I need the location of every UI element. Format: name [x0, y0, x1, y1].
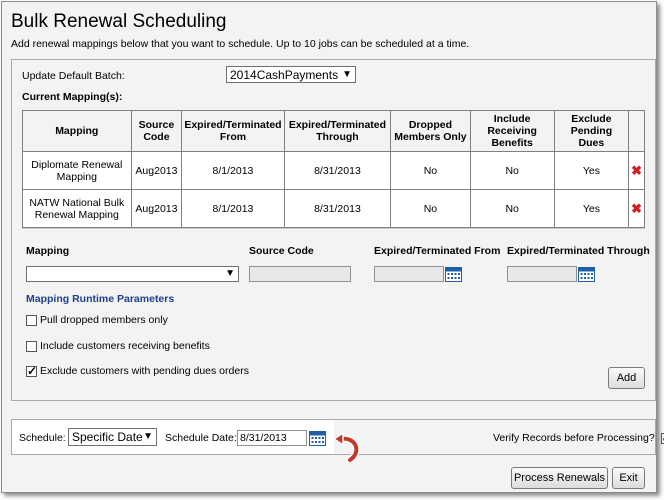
schedule-label: Schedule: — [19, 432, 66, 444]
option-include-benefits[interactable]: Include customers receiving benefits — [26, 340, 210, 352]
pull-dropped-label: Pull dropped members only — [40, 314, 168, 326]
cell-dropped: No — [390, 151, 471, 190]
delete-row-button[interactable]: ✖ — [628, 189, 645, 228]
mapping-select[interactable]: ▼ — [26, 266, 239, 282]
cell-through: 8/31/2013 — [283, 189, 392, 228]
cell-pending: Yes — [553, 151, 630, 190]
from-label: Expired/Terminated From — [374, 245, 501, 257]
source-code-label: Source Code — [249, 245, 314, 257]
exit-button[interactable]: Exit — [612, 467, 645, 489]
table-row: Diplomate Renewal Mapping Aug2013 8/1/20… — [22, 151, 645, 190]
schedule-select-value: Specific Date — [72, 430, 143, 444]
delete-icon: ✖ — [631, 162, 642, 178]
chevron-down-icon: ▼ — [143, 431, 153, 442]
delete-icon: ✖ — [631, 200, 642, 216]
chevron-down-icon: ▼ — [225, 268, 235, 279]
pull-dropped-checkbox[interactable] — [26, 314, 37, 326]
exclude-pending-label: Exclude customers with pending dues orde… — [40, 365, 249, 377]
runtime-params-link[interactable]: Mapping Runtime Parameters — [26, 293, 174, 305]
divider — [22, 228, 645, 229]
schedule-date-label: Schedule Date: — [165, 432, 237, 444]
cell-from: 8/1/2013 — [181, 151, 285, 190]
cell-dropped: No — [390, 189, 471, 228]
calendar-icon[interactable] — [578, 266, 595, 282]
exclude-pending-checkbox[interactable] — [26, 364, 37, 378]
batch-label: Update Default Batch: — [22, 70, 125, 82]
table-row: NATW National Bulk Renewal Mapping Aug20… — [22, 189, 645, 228]
batch-select[interactable]: 2014CashPayments ▼ — [226, 66, 356, 83]
add-button[interactable]: Add — [608, 367, 645, 389]
cell-from: 8/1/2013 — [181, 189, 285, 228]
column-header: Include Receiving Benefits — [469, 110, 555, 152]
verify-records-label: Verify Records before Processing? — [493, 432, 655, 444]
column-header: Mapping — [22, 110, 132, 152]
cell-source-code: Aug2013 — [130, 151, 183, 190]
mapping-label: Mapping — [26, 245, 70, 257]
option-pull-dropped[interactable]: Pull dropped members only — [26, 314, 168, 326]
column-header: Source Code — [130, 110, 183, 152]
curved-arrow-icon — [332, 430, 366, 469]
schedule-select[interactable]: Specific Date ▼ — [68, 428, 157, 446]
verify-records-option[interactable]: Verify Records before Processing? — [493, 431, 664, 445]
cell-mapping: Diplomate Renewal Mapping — [22, 151, 132, 190]
cell-pending: Yes — [553, 189, 630, 228]
mapping-panel: Update Default Batch: 2014CashPayments ▼… — [11, 59, 656, 401]
verify-records-checkbox[interactable] — [660, 431, 664, 445]
through-label: Expired/Terminated Through — [507, 245, 650, 257]
cell-benefits: No — [469, 151, 555, 190]
column-header-actions — [628, 110, 645, 152]
column-header: Dropped Members Only — [390, 110, 471, 152]
current-mappings-label: Current Mapping(s): — [22, 91, 123, 103]
cell-benefits: No — [469, 189, 555, 228]
batch-select-value: 2014CashPayments — [230, 68, 339, 82]
calendar-icon[interactable] — [309, 430, 326, 446]
cell-mapping: NATW National Bulk Renewal Mapping — [22, 189, 132, 228]
include-benefits-label: Include customers receiving benefits — [40, 340, 210, 352]
column-header: Expired/Terminated Through — [283, 110, 392, 152]
column-header: Expired/Terminated From — [181, 110, 285, 152]
dialog-window: Bulk Renewal Scheduling Add renewal mapp… — [1, 1, 664, 493]
source-code-input[interactable] — [249, 266, 351, 282]
option-exclude-pending[interactable]: Exclude customers with pending dues orde… — [26, 364, 249, 378]
cell-through: 8/31/2013 — [283, 151, 392, 190]
current-mappings-table: Mapping Source Code Expired/Terminated F… — [22, 110, 645, 228]
page-title: Bulk Renewal Scheduling — [11, 11, 227, 32]
page-subtitle: Add renewal mappings below that you want… — [11, 38, 470, 50]
chevron-down-icon: ▼ — [342, 68, 352, 80]
calendar-icon[interactable] — [445, 266, 462, 282]
schedule-date-input[interactable]: 8/31/2013 — [237, 430, 307, 446]
from-date-input[interactable] — [374, 266, 444, 282]
through-date-input[interactable] — [507, 266, 577, 282]
cell-source-code: Aug2013 — [130, 189, 183, 228]
process-renewals-button[interactable]: Process Renewals — [511, 467, 608, 489]
include-benefits-checkbox[interactable] — [26, 340, 37, 352]
table-header-row: Mapping Source Code Expired/Terminated F… — [22, 110, 645, 152]
delete-row-button[interactable]: ✖ — [628, 151, 645, 190]
column-header: Exclude Pending Dues — [553, 110, 630, 152]
